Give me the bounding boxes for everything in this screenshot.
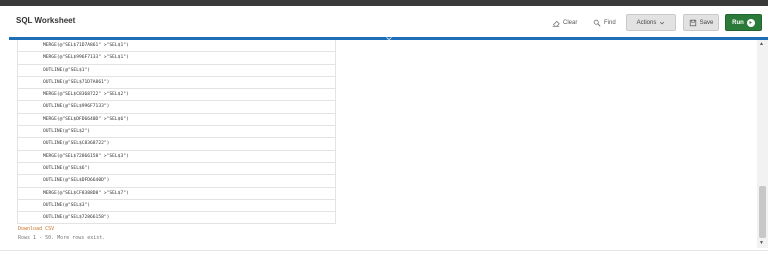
table-row: OUTLINE(@"SEL$71D7A861") bbox=[17, 76, 336, 90]
table-row: OUTLINE(@"SEL$2") bbox=[17, 126, 336, 139]
clear-label: Clear bbox=[563, 19, 578, 26]
clear-button[interactable]: Clear bbox=[552, 14, 577, 31]
table-row: OUTLINE(@"SEL$72866158") bbox=[17, 212, 336, 225]
table-row: MERGE(@"SEL$DFD6640D" >"SEL$6") bbox=[17, 113, 336, 127]
actions-menu-button[interactable]: Actions bbox=[626, 14, 676, 31]
table-row: MERGE(@"SEL$71D7A861" >"SEL$1") bbox=[17, 40, 336, 53]
save-button[interactable]: Save bbox=[683, 14, 719, 31]
results-grid: MERGE(@"SEL$71D7A861" >"SEL$1") MERGE(@"S… bbox=[17, 40, 336, 225]
chevron-down-icon bbox=[660, 21, 665, 24]
table-row: OUTLINE(@"SEL$DFD6640D") bbox=[17, 175, 336, 188]
table-row: MERGE(@"SEL$C8368722" >"SEL$2") bbox=[17, 89, 336, 102]
table-row: OUTLINE(@"SEL$6") bbox=[17, 162, 336, 176]
table-row: OUTLINE(@"SEL$996F7133") bbox=[17, 101, 336, 114]
save-icon bbox=[689, 19, 696, 26]
run-label: Run bbox=[732, 19, 744, 26]
table-row: MERGE(@"SEL$72866158" >"SEL$3") bbox=[17, 150, 336, 163]
save-label: Save bbox=[699, 19, 714, 26]
download-csv-link[interactable]: Download CSV bbox=[18, 226, 54, 232]
find-button[interactable]: Find bbox=[593, 14, 616, 31]
table-row: OUTLINE(@"SEL$1") bbox=[17, 64, 336, 77]
scroll-down-arrow-icon[interactable]: ▼ bbox=[759, 240, 764, 246]
page-title: SQL Worksheet bbox=[16, 16, 76, 25]
query-results-panel: MERGE(@"SEL$71D7A861" >"SEL$1") MERGE(@"S… bbox=[9, 40, 757, 248]
find-label: Find bbox=[604, 19, 616, 26]
eraser-icon bbox=[552, 20, 560, 27]
scrollbar-thumb[interactable] bbox=[759, 186, 766, 238]
worksheet-header: SQL Worksheet Clear Find Actions Save Ru… bbox=[0, 6, 768, 37]
table-row: OUTLINE(@"SEL$3") bbox=[17, 199, 336, 213]
bottom-divider bbox=[0, 250, 768, 251]
find-icon bbox=[593, 19, 601, 26]
table-row: OUTLINE(@"SEL$C8368722") bbox=[17, 138, 336, 151]
scroll-up-arrow-icon[interactable]: ▲ bbox=[759, 41, 764, 47]
table-row: MERGE(@"SEL$996F7133" >"SEL$1") bbox=[17, 52, 336, 65]
rows-info-text: Rows 1 - 50. More rows exist. bbox=[18, 235, 106, 241]
actions-label: Actions bbox=[636, 19, 657, 26]
table-row: MERGE(@"SEL$CF8388D8" >"SEL$7") bbox=[17, 187, 336, 200]
play-icon bbox=[746, 18, 755, 27]
run-button[interactable]: Run bbox=[725, 14, 762, 31]
